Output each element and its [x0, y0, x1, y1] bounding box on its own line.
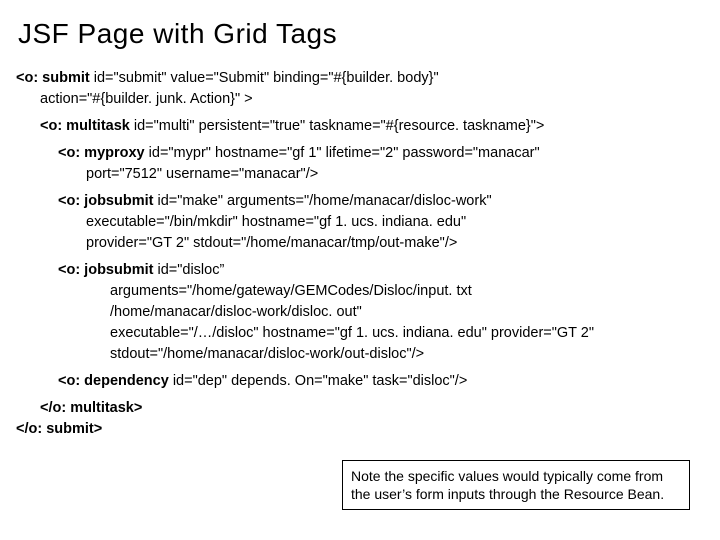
tag-jobsubmit-disloc: <o: jobsubmit [58, 262, 153, 278]
code-line: <o: multitask id="multi" persistent="tru… [14, 116, 706, 137]
tag-myproxy: <o: myproxy [58, 145, 145, 161]
tag-dependency: <o: dependency [58, 373, 169, 389]
code-line: port="7512" username="manacar"/> [14, 164, 706, 185]
slide: JSF Page with Grid Tags <o: submit id="s… [0, 0, 720, 540]
code-line: arguments="/home/gateway/GEMCodes/Disloc… [14, 281, 706, 302]
code-line: <o: submit id="submit" value="Submit" bi… [14, 68, 706, 89]
attrs: id="make" arguments="/home/manacar/dislo… [153, 193, 491, 209]
attrs: id="disloc” [153, 262, 224, 278]
code-line: <o: myproxy id="mypr" hostname="gf 1" li… [14, 143, 706, 164]
attrs: id="mypr" hostname="gf 1" lifetime="2" p… [145, 145, 540, 161]
note-box: Note the specific values would typically… [342, 460, 690, 510]
code-line: executable="/bin/mkdir" hostname="gf 1. … [14, 212, 706, 233]
attrs: id="multi" persistent="true" taskname="#… [130, 118, 545, 134]
attrs: id="submit" value="Submit" binding="#{bu… [90, 70, 439, 86]
tag-close-submit: </o: submit> [14, 419, 706, 440]
attrs: id="dep" depends. On="make" task="disloc… [169, 373, 468, 389]
code-line: <o: jobsubmit id="disloc” [14, 260, 706, 281]
slide-title: JSF Page with Grid Tags [18, 18, 706, 50]
tag-open-multitask: <o: multitask [40, 118, 130, 134]
code-block: <o: submit id="submit" value="Submit" bi… [14, 68, 706, 440]
code-line: action="#{builder. junk. Action}" > [14, 89, 706, 110]
code-line: /home/manacar/disloc-work/disloc. out" [14, 302, 706, 323]
tag-jobsubmit-make: <o: jobsubmit [58, 193, 153, 209]
code-line: <o: dependency id="dep" depends. On="mak… [14, 371, 706, 392]
tag-open-submit: <o: submit [16, 70, 90, 86]
code-line: executable="/…/disloc" hostname="gf 1. u… [14, 323, 706, 365]
code-line: provider="GT 2" stdout="/home/manacar/tm… [14, 233, 706, 254]
tag-close-multitask: </o: multitask> [14, 398, 706, 419]
code-line: <o: jobsubmit id="make" arguments="/home… [14, 191, 706, 212]
